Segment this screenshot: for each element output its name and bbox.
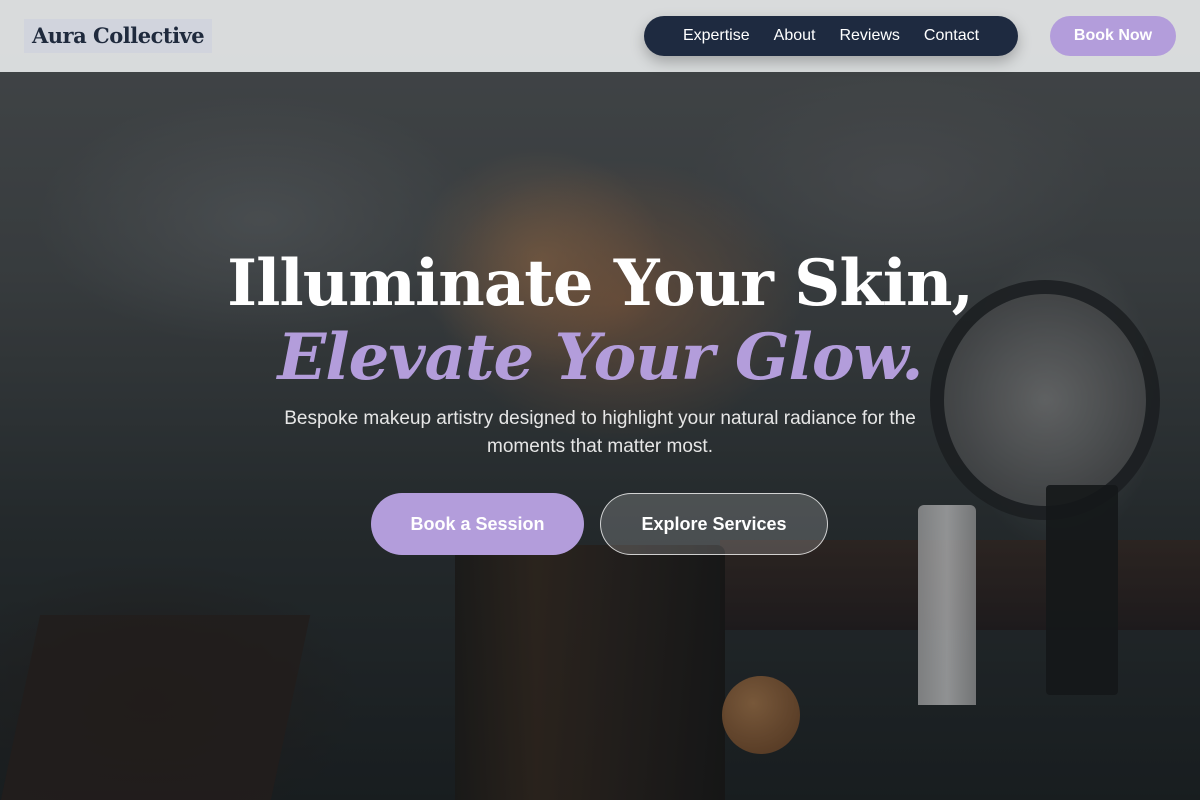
hero-title-accent: Elevate Your Glow. — [277, 320, 924, 395]
nav-link-reviews[interactable]: Reviews — [839, 27, 899, 45]
book-now-button[interactable]: Book Now — [1050, 16, 1176, 56]
main-navigation: Expertise About Reviews Contact — [644, 16, 1018, 56]
nav-link-contact[interactable]: Contact — [924, 27, 979, 45]
nav-link-expertise[interactable]: Expertise — [683, 27, 750, 45]
nav-link-about[interactable]: About — [774, 27, 816, 45]
hero-title: Illuminate Your Skin, — [227, 246, 974, 321]
hero-subtitle: Bespoke makeup artistry designed to high… — [284, 408, 916, 457]
explore-services-button[interactable]: Explore Services — [600, 493, 828, 555]
site-header: Aura Collective Expertise About Reviews … — [0, 0, 1200, 72]
hero-overlay — [0, 0, 1200, 800]
book-session-button[interactable]: Book a Session — [371, 493, 584, 555]
brand-logo[interactable]: Aura Collective — [24, 19, 213, 53]
